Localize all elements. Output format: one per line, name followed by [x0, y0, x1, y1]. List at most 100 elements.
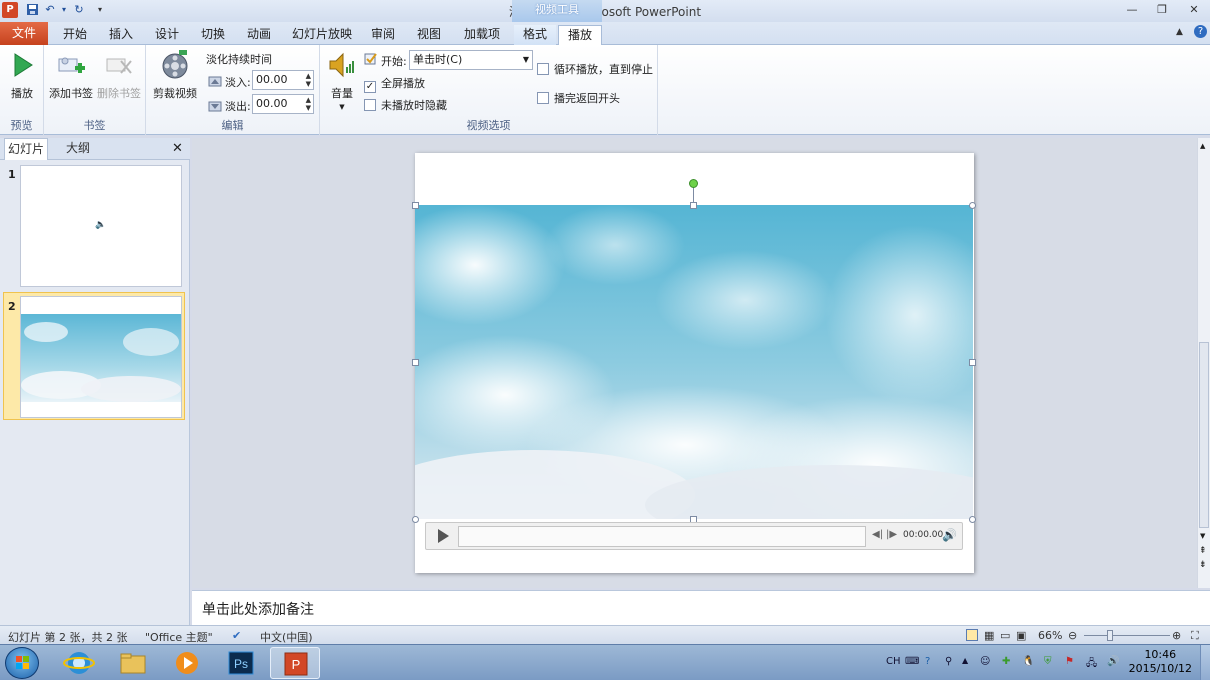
resize-handle-left[interactable] [412, 359, 419, 366]
scroll-thumb[interactable] [1199, 342, 1209, 528]
loop-checkbox[interactable]: 循环播放，直到停止 [537, 61, 653, 77]
audio-icon: 🔈 [95, 220, 107, 230]
volume-icon [326, 49, 358, 81]
volume-button[interactable]: 音量 ▼ [326, 49, 358, 111]
internet-explorer-icon [63, 652, 95, 674]
taskbar-media-player[interactable] [162, 647, 212, 679]
start-select[interactable]: 单击时(C) ▼ [409, 50, 533, 70]
resize-handle-top-right[interactable] [969, 202, 976, 209]
slide-thumbnail-2[interactable] [20, 296, 182, 418]
slide-sorter-icon[interactable]: ▦ [984, 629, 994, 642]
tab-transitions[interactable]: 切换 [194, 25, 232, 45]
tab-insert[interactable]: 插入 [102, 25, 140, 45]
zoom-in-icon[interactable]: ⊕ [1172, 629, 1181, 642]
minimize-button[interactable]: — [1120, 2, 1144, 18]
speaker-icon[interactable]: 🔊 [1107, 656, 1119, 667]
flag-icon[interactable]: ⚑ [1065, 656, 1074, 667]
play-button[interactable]: 播放 [4, 49, 40, 101]
fade-out-spinner[interactable]: ▲ ▼ [306, 96, 311, 112]
previous-slide-icon[interactable]: ⇞ [1199, 546, 1207, 556]
scroll-up-icon[interactable]: ▲ [1200, 142, 1205, 150]
ime-options-icon[interactable]: ⚲ [945, 656, 952, 667]
trim-video-button[interactable]: 剪裁视频 [150, 49, 200, 101]
fit-to-window-icon[interactable]: ⛶ [1191, 629, 1199, 643]
slide-thumbnail-1[interactable]: 🔈 [20, 165, 182, 287]
clock-date: 2015/10/12 [1128, 662, 1192, 675]
taskbar-ie[interactable] [54, 647, 104, 679]
taskbar-photoshop[interactable]: Ps [216, 647, 266, 679]
tab-outline[interactable]: 大纲 [56, 138, 100, 160]
show-hidden-icons[interactable]: ▲ [962, 656, 968, 665]
step-back-icon[interactable]: ◀| [872, 529, 883, 540]
rewind-checkbox[interactable]: 播完返回开头 [537, 90, 620, 106]
rotation-handle[interactable] [689, 179, 698, 188]
qq-tray-icon[interactable]: 🐧 [1022, 656, 1034, 667]
fade-out-input[interactable]: 00.00 ▲ ▼ [252, 94, 314, 114]
fullscreen-checkbox[interactable]: ✓ 全屏播放 [364, 75, 425, 93]
restore-button[interactable]: ❐ [1150, 2, 1174, 18]
scroll-down-icon[interactable]: ▼ [1200, 532, 1205, 540]
player-volume-icon[interactable]: 🔊 [942, 528, 957, 542]
system-clock[interactable]: 10:46 2015/10/12 [1129, 648, 1192, 676]
title-bar: P ↶ ▾ ↻ ▾ 演示文稿1 - Microsoft PowerPoint 视… [0, 0, 1210, 22]
tab-slides[interactable]: 幻灯片 [4, 138, 48, 160]
shield-icon[interactable]: ⛨ [1044, 656, 1052, 667]
security-plus-icon[interactable]: ✚ [1002, 656, 1010, 667]
user-tray-icon[interactable]: ☺ [980, 656, 990, 667]
player-progress-bar[interactable] [458, 526, 866, 547]
close-panel-icon[interactable]: ✕ [172, 141, 183, 156]
slideshow-view-icon[interactable]: ▣ [1016, 629, 1026, 642]
taskbar-explorer[interactable] [108, 647, 158, 679]
resize-handle-top[interactable] [690, 202, 697, 209]
reading-view-icon[interactable]: ▭ [1000, 629, 1010, 642]
tab-view[interactable]: 视图 [410, 25, 448, 45]
spellcheck-icon[interactable]: ✔ [232, 629, 241, 642]
player-play-icon[interactable] [436, 528, 450, 547]
add-bookmark-button[interactable]: 添加书签 [48, 49, 94, 101]
tab-addins[interactable]: 加载项 [458, 25, 506, 45]
close-window-button[interactable]: ✕ [1182, 2, 1206, 18]
ime-indicator[interactable]: CH [886, 656, 901, 667]
tab-file[interactable]: 文件 [0, 22, 48, 45]
zoom-level[interactable]: 66% [1038, 629, 1062, 642]
resize-handle-right[interactable] [969, 359, 976, 366]
tab-playback[interactable]: 播放 [558, 25, 602, 45]
video-object[interactable] [415, 205, 973, 519]
rewind-check-box [537, 92, 549, 104]
help-icon[interactable]: ? [1194, 25, 1207, 38]
resize-handle-bottom-left[interactable] [412, 516, 419, 523]
normal-view-icon[interactable] [966, 629, 978, 641]
start-button[interactable] [5, 647, 39, 679]
taskbar-powerpoint[interactable]: P [270, 647, 320, 679]
hide-when-not-playing-checkbox[interactable]: 未播放时隐藏 [364, 97, 447, 113]
keyboard-icon[interactable]: ⌨ [905, 656, 919, 667]
zoom-slider-thumb[interactable] [1107, 630, 1113, 641]
remove-bookmark-button[interactable]: 删除书签 [96, 49, 142, 101]
add-bookmark-label: 添加书签 [49, 87, 93, 100]
window-title: 演示文稿1 - Microsoft PowerPoint [508, 5, 702, 19]
tab-review[interactable]: 审阅 [364, 25, 402, 45]
zoom-out-icon[interactable]: ⊖ [1068, 629, 1077, 642]
collapse-ribbon-icon[interactable]: ▲ [1176, 27, 1183, 37]
vertical-scrollbar[interactable]: ▲ ▼ ⇞ ⇟ [1197, 138, 1210, 588]
show-desktop-button[interactable] [1200, 645, 1210, 680]
resize-handle-bottom-right[interactable] [969, 516, 976, 523]
next-slide-icon[interactable]: ⇟ [1199, 560, 1207, 570]
tab-slideshow[interactable]: 幻灯片放映 [288, 25, 356, 45]
notes-pane[interactable]: 单击此处添加备注 [192, 590, 1210, 625]
language-status[interactable]: 中文(中国) [260, 629, 313, 645]
network-icon[interactable]: 🖧 [1086, 656, 1097, 673]
theme-status[interactable]: "Office 主题" [145, 629, 213, 645]
resize-handle-top-left[interactable] [412, 202, 419, 209]
zoom-slider[interactable] [1084, 635, 1170, 636]
tab-animations[interactable]: 动画 [240, 25, 278, 45]
tab-home[interactable]: 开始 [56, 25, 94, 45]
tab-format[interactable]: 格式 [514, 25, 556, 45]
fade-in-input[interactable]: 00.00 ▲ ▼ [252, 70, 314, 90]
current-slide[interactable]: ◀| |▶ 00:00.00 🔊 [412, 153, 976, 573]
help-tray-icon[interactable]: ? [925, 656, 930, 667]
step-forward-icon[interactable]: |▶ [886, 529, 897, 540]
tab-design[interactable]: 设计 [148, 25, 186, 45]
fade-out-label: 淡出: [225, 100, 251, 113]
fade-in-spinner[interactable]: ▲ ▼ [306, 72, 311, 88]
